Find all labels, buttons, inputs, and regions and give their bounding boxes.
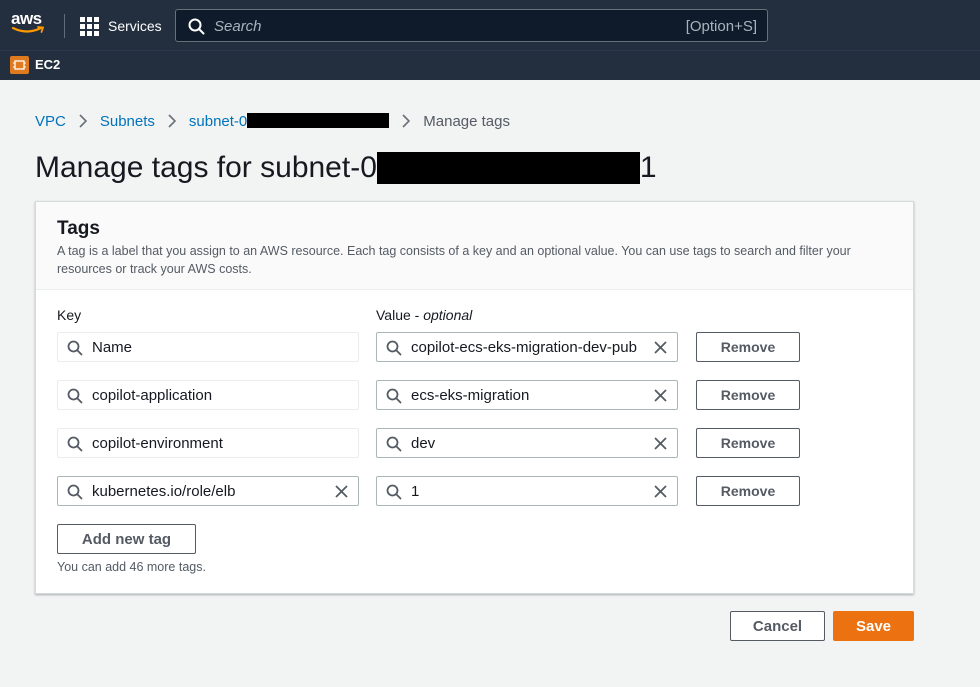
clear-icon[interactable] bbox=[334, 484, 349, 499]
page-title-prefix: Manage tags for subnet-0 bbox=[35, 151, 377, 184]
search-icon bbox=[67, 436, 83, 452]
breadcrumb-subnets-link[interactable]: Subnets bbox=[100, 113, 155, 130]
tag-value-input[interactable]: 1 bbox=[376, 476, 678, 506]
tag-key-value: Name bbox=[92, 339, 133, 356]
ec2-service-icon[interactable] bbox=[10, 56, 29, 74]
tag-value-input[interactable]: dev bbox=[376, 428, 678, 458]
clear-icon[interactable] bbox=[653, 340, 668, 355]
aws-logo[interactable]: aws bbox=[11, 9, 47, 37]
key-column-label: Key bbox=[57, 307, 82, 323]
page-title: Manage tags for subnet-0 1 bbox=[35, 150, 657, 186]
tags-panel: Tags A tag is a label that you assign to… bbox=[35, 201, 914, 594]
remove-tag-button[interactable]: Remove bbox=[696, 428, 800, 458]
tag-key-value: copilot-application bbox=[92, 387, 213, 404]
tag-value-value: dev bbox=[411, 435, 436, 452]
tags-panel-description: A tag is a label that you assign to an A… bbox=[57, 244, 851, 276]
cancel-button[interactable]: Cancel bbox=[730, 611, 825, 641]
remove-tag-button[interactable]: Remove bbox=[696, 476, 800, 506]
chevron-right-icon bbox=[79, 114, 87, 128]
service-bar: EC2 bbox=[0, 50, 980, 80]
remove-tag-button[interactable]: Remove bbox=[696, 332, 800, 362]
search-icon bbox=[386, 484, 402, 500]
redaction-box bbox=[376, 152, 640, 184]
aws-logo-text: aws bbox=[11, 9, 42, 28]
tag-key-input[interactable]: copilot-environment bbox=[57, 428, 359, 458]
breadcrumb-vpc-link[interactable]: VPC bbox=[35, 113, 66, 130]
tag-key-input[interactable]: Name bbox=[57, 332, 359, 362]
grid-icon bbox=[80, 16, 99, 36]
top-navigation: aws Services [Option+S] bbox=[0, 0, 980, 50]
search-icon bbox=[386, 340, 402, 356]
services-menu-button[interactable]: Services bbox=[80, 16, 162, 36]
add-new-tag-button[interactable]: Add new tag bbox=[57, 524, 196, 554]
tag-value-input[interactable]: ecs-eks-migration bbox=[376, 380, 678, 410]
breadcrumb-current: Manage tags bbox=[423, 112, 510, 130]
clear-icon[interactable] bbox=[653, 388, 668, 403]
search-bar[interactable]: [Option+S] bbox=[175, 9, 768, 42]
search-icon bbox=[188, 18, 205, 35]
service-name-ec2[interactable]: EC2 bbox=[35, 57, 60, 72]
breadcrumb-subnet-label: subnet-0 bbox=[188, 112, 248, 130]
search-icon bbox=[67, 388, 83, 404]
value-label-text: Value - bbox=[376, 307, 424, 323]
search-input[interactable] bbox=[214, 15, 634, 37]
value-optional-text: optional bbox=[423, 307, 473, 323]
services-label: Services bbox=[108, 18, 162, 34]
clear-icon[interactable] bbox=[653, 484, 668, 499]
redaction-box bbox=[247, 112, 390, 128]
page-title-suffix: 1 bbox=[639, 151, 657, 184]
save-button[interactable]: Save bbox=[833, 611, 914, 641]
breadcrumb-subnet-link[interactable]: subnet-0 bbox=[188, 112, 390, 130]
search-icon bbox=[386, 436, 402, 452]
remove-tag-button[interactable]: Remove bbox=[696, 380, 800, 410]
tag-key-value: kubernetes.io/role/elb bbox=[92, 483, 236, 500]
value-column-label: Value - optional bbox=[376, 307, 472, 323]
breadcrumb: VPC Subnets subnet-0 Manage tags bbox=[35, 111, 510, 131]
nav-divider bbox=[64, 14, 65, 38]
tags-panel-header: Tags A tag is a label that you assign to… bbox=[36, 202, 913, 290]
tag-key-input[interactable]: copilot-application bbox=[57, 380, 359, 410]
chevron-right-icon bbox=[168, 114, 176, 128]
aws-smile-icon bbox=[11, 26, 45, 33]
tag-key-input[interactable]: kubernetes.io/role/elb bbox=[57, 476, 359, 506]
tag-value-input[interactable]: copilot-ecs-eks-migration-dev-pub bbox=[376, 332, 678, 362]
tag-value-value: ecs-eks-migration bbox=[411, 387, 530, 404]
search-shortcut-hint: [Option+S] bbox=[685, 18, 757, 35]
clear-icon[interactable] bbox=[653, 436, 668, 451]
tags-panel-title: Tags bbox=[57, 218, 100, 239]
tag-key-value: copilot-environment bbox=[92, 435, 223, 452]
search-icon bbox=[386, 388, 402, 404]
chevron-right-icon bbox=[402, 114, 411, 128]
tag-value-value: copilot-ecs-eks-migration-dev-pub bbox=[411, 339, 637, 356]
search-icon bbox=[67, 340, 83, 356]
remaining-tags-hint: You can add 46 more tags. bbox=[57, 560, 206, 574]
search-icon bbox=[67, 484, 83, 500]
tag-value-value: 1 bbox=[411, 483, 420, 500]
